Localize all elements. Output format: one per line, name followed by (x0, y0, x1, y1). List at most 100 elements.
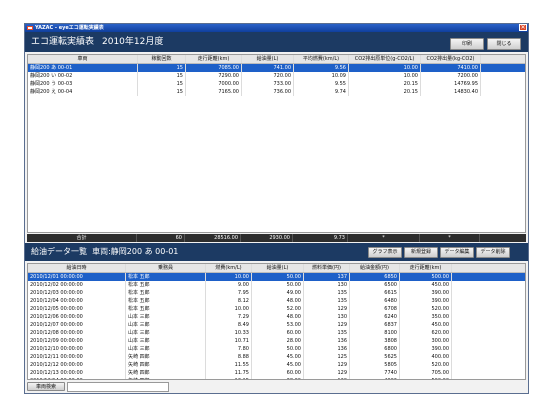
fuel-table-row[interactable]: 2010/12/13 00:00:00 矢崎 四郎 11.75 60.00 129 774… (28, 369, 525, 377)
eco-table-row[interactable]: 静岡200 い 00-02 15 7290.00 720.00 10.09 10.00 72… (28, 72, 525, 80)
eco-table-row[interactable]: 静岡200 う 00-03 15 7000.00 733.00 9.55 20.15 147… (28, 80, 525, 88)
fuel-table-cell: 13.15 (206, 377, 252, 379)
eco-table-cell: 静岡200 い 00-02 (28, 72, 138, 80)
fuel-table-cell: 9.00 (206, 281, 252, 289)
fuel-table-row[interactable]: 2010/12/08 00:00:00 山本 三郎 10.33 60.00 135 810… (28, 329, 525, 337)
fuel-table-cell: 2010/12/05 00:00:00 (28, 305, 126, 313)
fuel-table-cell: 2010/12/06 00:00:00 (28, 313, 126, 321)
eco-table-col-header[interactable]: CO2排出量(kg-CO2) (421, 55, 481, 63)
eco-table-row[interactable]: 静岡200 え 00-04 15 7165.00 736.00 9.74 20.15 148… (28, 88, 525, 96)
fuel-table-row[interactable]: 2010/12/07 00:00:00 山本 三郎 8.49 53.00 129 6837… (28, 321, 525, 329)
fuel-table-cell: 2010/12/14 00:00:00 (28, 377, 126, 379)
fuel-table-cell: 2010/12/12 00:00:00 (28, 361, 126, 369)
status-bar: 車両検索 (27, 381, 526, 392)
fuel-table-col-header[interactable]: 乗務員 (126, 264, 206, 272)
eco-table-col-header[interactable]: 走行距離(km) (186, 55, 242, 63)
fuel-table-col-header[interactable]: 給油量(L) (252, 264, 304, 272)
new-entry-button[interactable]: 新規登録 (404, 247, 438, 258)
eco-table-col-header[interactable]: CO2排出原単位(g-CO2/L) (349, 55, 421, 63)
fuel-table-cell: 52.00 (252, 305, 304, 313)
fuel-table-row[interactable]: 2010/12/11 00:00:00 矢崎 四郎 8.88 45.00 125 5625… (28, 353, 525, 361)
eco-table-col-header[interactable]: 平均燃費(km/L) (294, 55, 349, 63)
fuel-table-cell: 450.00 (400, 281, 452, 289)
eco-table-row[interactable]: 静岡200 あ 00-01 15 7085.00 741.00 9.56 10.00 741… (28, 64, 525, 72)
fuel-table-cell: 45.00 (252, 353, 304, 361)
fuel-table-row[interactable]: 2010/12/01 00:00:00 松本 五郎 10.00 50.00 137 685… (28, 273, 525, 281)
fuel-table-col-header[interactable]: 給油日時 (28, 264, 126, 272)
edit-data-button[interactable]: データ編集 (440, 247, 474, 258)
totals-co2_unit: * (348, 234, 420, 242)
fuel-table-cell: 松本 五郎 (126, 305, 206, 313)
eco-table-cell: 20.15 (349, 88, 421, 96)
fuel-table-row[interactable]: 2010/12/12 00:00:00 矢崎 四郎 11.55 45.00 129 580… (28, 361, 525, 369)
totals-label: 合計 (27, 234, 137, 242)
fuel-table-cell: 山本 三郎 (126, 345, 206, 353)
fuel-table-cell: 390.00 (400, 345, 452, 353)
fuel-table-cell: 129 (304, 305, 350, 313)
title-bar[interactable]: YAZAC - eyeエコ運転実績表 ✕ (25, 24, 528, 32)
fuel-table-row[interactable]: 2010/12/14 00:00:00矢崎 四郎13.1538.00129490… (28, 377, 525, 379)
eco-table-cell: 静岡200 う 00-03 (28, 80, 138, 88)
totals-efficiency: 9.73 (293, 234, 348, 242)
eco-table-cell: 741.00 (242, 64, 294, 72)
fuel-table-cell: 11.75 (206, 369, 252, 377)
eco-table-cell: 15 (138, 64, 186, 72)
close-icon[interactable]: ✕ (519, 24, 527, 31)
fuel-table-cell: 山本 三郎 (126, 329, 206, 337)
fuel-table-cell: 7.29 (206, 313, 252, 321)
fuel-table-row[interactable]: 2010/12/10 00:00:00 山本 三郎 7.80 50.00 136 6800… (28, 345, 525, 353)
eco-table-cell: 14769.95 (421, 80, 481, 88)
fuel-table-cell: 2010/12/04 00:00:00 (28, 297, 126, 305)
fuel-table-cell: 130 (304, 313, 350, 321)
fuel-table-cell: 11.55 (206, 361, 252, 369)
eco-table-cell: 7200.00 (421, 72, 481, 80)
fuel-table-col-header[interactable]: 走行距離(km) (400, 264, 452, 272)
fuel-table-cell: 130 (304, 281, 350, 289)
fuel-table-col-header[interactable]: 燃費(km/L) (206, 264, 252, 272)
totals-row: 合計 60 28516.00 2930.00 9.73 * * (27, 234, 526, 242)
eco-table-cell: 20.15 (349, 80, 421, 88)
eco-table-cell: 15 (138, 80, 186, 88)
fuel-table-cell: 7740 (350, 369, 400, 377)
fuel-table-col-header[interactable]: 給油金額(円) (350, 264, 400, 272)
fuel-table-cell: 矢崎 四郎 (126, 377, 206, 379)
vehicle-search-button[interactable]: 車両検索 (27, 382, 65, 391)
eco-table-cell: 10.00 (349, 64, 421, 72)
fuel-table-row[interactable]: 2010/12/05 00:00:00 松本 五郎 10.00 52.00 129 670… (28, 305, 525, 313)
totals-co2: * (420, 234, 480, 242)
fuel-table-cell: 45.00 (252, 361, 304, 369)
delete-data-button[interactable]: データ削除 (476, 247, 510, 258)
eco-table-cell: 7000.00 (186, 80, 242, 88)
fuel-table-cell: 125 (304, 353, 350, 361)
totals-count: 60 (137, 234, 185, 242)
fuel-table-cell: 48.00 (252, 297, 304, 305)
graph-button[interactable]: グラフ表示 (368, 247, 402, 258)
eco-table-col-header[interactable]: 車両 (28, 55, 138, 63)
fuel-table-row[interactable]: 2010/12/09 00:00:00 山本 三郎 10.71 28.00 136 380… (28, 337, 525, 345)
fuel-table-row[interactable]: 2010/12/04 00:00:00 松本 五郎 8.12 48.00 135 6480… (28, 297, 525, 305)
fuel-table-row[interactable]: 2010/12/03 00:00:00 松本 五郎 7.95 49.00 135 6615… (28, 289, 525, 297)
vehicle-label: 車両:静岡200 あ 00-01 (92, 247, 179, 256)
close-button[interactable]: 閉じる (487, 38, 521, 50)
fuel-table-cell: 矢崎 四郎 (126, 361, 206, 369)
eco-table-cell: 10.00 (349, 72, 421, 80)
fuel-table-row[interactable]: 2010/12/06 00:00:00 山本 三郎 7.29 48.00 130 6240… (28, 313, 525, 321)
fuel-table-cell: 129 (304, 369, 350, 377)
fuel-table-cell: 50.00 (252, 273, 304, 281)
fuel-table-cell: 400.00 (400, 353, 452, 361)
fuel-table-cell: 2010/12/02 00:00:00 (28, 281, 126, 289)
print-button[interactable]: 印刷 (450, 38, 484, 50)
fuel-table-cell: 135 (304, 297, 350, 305)
fuel-table-col-header[interactable]: 燃料単価(円) (304, 264, 350, 272)
fuel-table-cell: 136 (304, 345, 350, 353)
eco-table-col-header[interactable]: 給油量(L) (242, 55, 294, 63)
fuel-table-cell: 10.00 (206, 305, 252, 313)
eco-table-col-header[interactable]: 稼動回数 (138, 55, 186, 63)
fuel-table-cell: 137 (304, 273, 350, 281)
fuel-table-cell: 松本 五郎 (126, 289, 206, 297)
report-period: 2010年12月度 (102, 37, 164, 47)
fuel-table-cell: 500.00 (400, 273, 452, 281)
totals-fuel: 2930.00 (241, 234, 293, 242)
fuel-table-row[interactable]: 2010/12/02 00:00:00 松本 五郎 9.00 50.00 130 6500… (28, 281, 525, 289)
fuel-table-cell: 10.71 (206, 337, 252, 345)
